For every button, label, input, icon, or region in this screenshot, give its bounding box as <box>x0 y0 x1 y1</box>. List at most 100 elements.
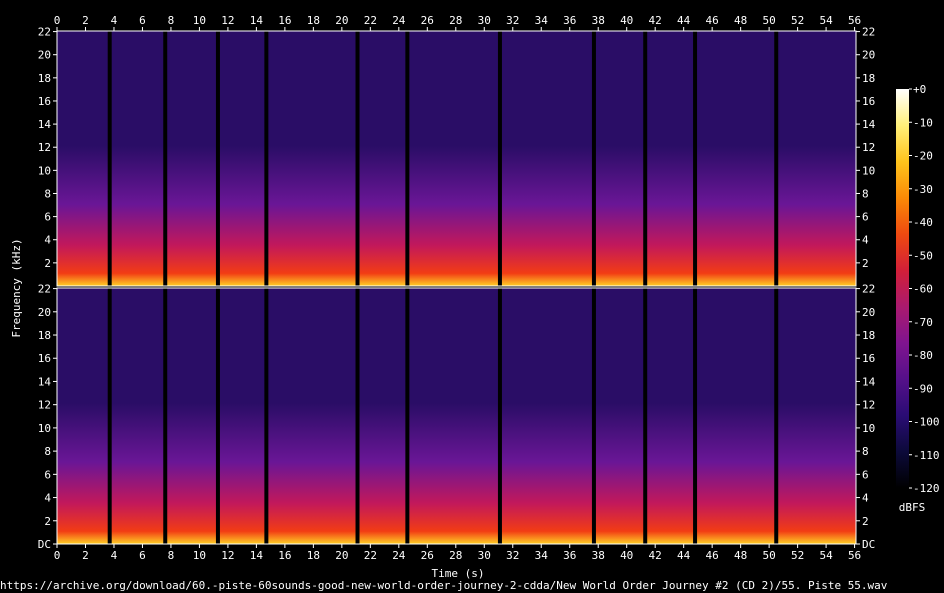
y-tick-label: 20 <box>38 306 51 319</box>
x-tick-label-top: 18 <box>307 14 320 27</box>
channel-1-segment-7 <box>409 31 498 286</box>
x-tick-label-top: 20 <box>335 14 348 27</box>
channel-1-segment-6 <box>359 31 406 286</box>
channel-2-segment-11 <box>697 288 775 544</box>
y-tick-label: 8 <box>44 445 51 458</box>
x-tick-label: 8 <box>168 549 175 562</box>
x-tick-label-top: 48 <box>734 14 747 27</box>
x-tick-label-top: 22 <box>364 14 377 27</box>
y-tick-label: 10 <box>38 164 51 177</box>
channel-1-segment-11 <box>697 31 775 286</box>
channel-2-segment-2 <box>111 288 164 544</box>
colorbar-tick-label: -40 <box>913 216 933 229</box>
y-tick-label-right: 20 <box>862 49 875 62</box>
x-tick-label: 18 <box>307 549 320 562</box>
y-tick-label-right: 2 <box>862 515 869 528</box>
colorbar: dBFS +0 -10 -20 -30 -40 -50 -60 -70 -80 -90 -100 -1… <box>896 83 940 514</box>
y-tick-label-right: 8 <box>862 445 869 458</box>
y-tick-label-right: 6 <box>862 211 869 224</box>
x-tick-label-top: 4 <box>111 14 118 27</box>
channel-1-segment-1 <box>57 31 108 286</box>
channel-1-segment-12 <box>778 31 856 286</box>
colorbar-tick-label: -60 <box>913 283 933 296</box>
y-tick-label: 14 <box>38 375 52 388</box>
channel-2-segment-10 <box>647 288 694 544</box>
x-tick-label: 12 <box>221 549 234 562</box>
y-tick-label: 12 <box>38 399 51 412</box>
colorbar-tick-label: +0 <box>913 83 926 96</box>
channel-1-segment-9 <box>595 31 644 286</box>
x-tick-label: 50 <box>762 549 775 562</box>
y-tick-label-right: DC <box>862 538 875 551</box>
x-tick-label-top: 36 <box>563 14 576 27</box>
x-tick-label-top: 50 <box>762 14 775 27</box>
x-tick-label: 14 <box>250 549 264 562</box>
x-tick-label: 38 <box>592 549 605 562</box>
x-tick-label: 2 <box>82 549 89 562</box>
x-tick-label: 28 <box>449 549 462 562</box>
y-tick-label-right: 16 <box>862 352 875 365</box>
channel-2-segment-3 <box>167 288 216 544</box>
y-tick-label: 22 <box>38 26 51 39</box>
colorbar-tick-label: -90 <box>913 382 933 395</box>
x-tick-label-top: 44 <box>677 14 691 27</box>
x-tick-label-top: 52 <box>791 14 804 27</box>
channel-1-segment-10 <box>647 31 694 286</box>
colorbar-tick-label: -120 <box>913 482 940 495</box>
x-tick-label-top: 40 <box>620 14 633 27</box>
x-tick-label: 10 <box>193 549 206 562</box>
colorbar-tick-label: -30 <box>913 183 933 196</box>
channel-2-segment-12 <box>778 288 856 544</box>
y-tick-label-right: 22 <box>862 283 875 296</box>
x-tick-label-top: 26 <box>421 14 434 27</box>
colorbar-gradient <box>896 89 909 488</box>
x-tick-label-top: 24 <box>392 14 406 27</box>
x-tick-label-top: 2 <box>82 14 89 27</box>
y-tick-label-right: 10 <box>862 422 875 435</box>
source-url: https://archive.org/download/60.-piste-6… <box>0 579 888 592</box>
colorbar-tick-label: -50 <box>913 249 933 262</box>
y-axis-label: Frequency (kHz) <box>10 238 23 337</box>
y-tick-label: 12 <box>38 141 51 154</box>
x-tick-label: 56 <box>848 549 861 562</box>
x-tick-label: 0 <box>54 549 61 562</box>
x-tick-label: 22 <box>364 549 377 562</box>
channel-2-segment-5 <box>268 288 356 544</box>
x-tick-label-top: 16 <box>278 14 291 27</box>
x-tick-label: 40 <box>620 549 633 562</box>
x-tick-label-top: 0 <box>54 14 61 27</box>
y-tick-label: 16 <box>38 95 51 108</box>
y-tick-label-right: 12 <box>862 141 875 154</box>
x-tick-label: 20 <box>335 549 348 562</box>
y-tick-label: 22 <box>38 283 51 296</box>
colorbar-tick-label: -10 <box>913 116 933 129</box>
channel-1-segment-5 <box>268 31 356 286</box>
y-tick-label: 14 <box>38 118 52 131</box>
y-tick-label-right: 22 <box>862 26 875 39</box>
y-tick-label-right: 2 <box>862 257 869 270</box>
y-tick-label-right: 8 <box>862 187 869 200</box>
colorbar-tick-label: -80 <box>913 349 933 362</box>
x-tick-label-top: 10 <box>193 14 206 27</box>
y-tick-label-right: 20 <box>862 306 875 319</box>
y-tick-label: DC <box>38 538 51 551</box>
y-tick-label-right: 4 <box>862 492 869 505</box>
x-tick-label: 48 <box>734 549 747 562</box>
y-tick-label: 4 <box>44 234 51 247</box>
channel-2-segment-7 <box>409 288 498 544</box>
channel-1-segment-2 <box>111 31 164 286</box>
x-tick-label: 26 <box>421 549 434 562</box>
spectrogram-panels <box>56 30 857 545</box>
y-tick-label-right: 12 <box>862 399 875 412</box>
y-tick-label-right: 18 <box>862 72 875 85</box>
colorbar-tick-label: -70 <box>913 316 933 329</box>
y-tick-label: 2 <box>44 515 51 528</box>
channel-2-segment-8 <box>501 288 592 544</box>
channel-2-segment-9 <box>595 288 644 544</box>
y-tick-label: 6 <box>44 211 51 224</box>
y-tick-label-right: 14 <box>862 375 876 388</box>
x-tick-label: 52 <box>791 549 804 562</box>
y-tick-label: 4 <box>44 492 51 505</box>
x-tick-label: 46 <box>706 549 719 562</box>
y-tick-label-right: 6 <box>862 468 869 481</box>
